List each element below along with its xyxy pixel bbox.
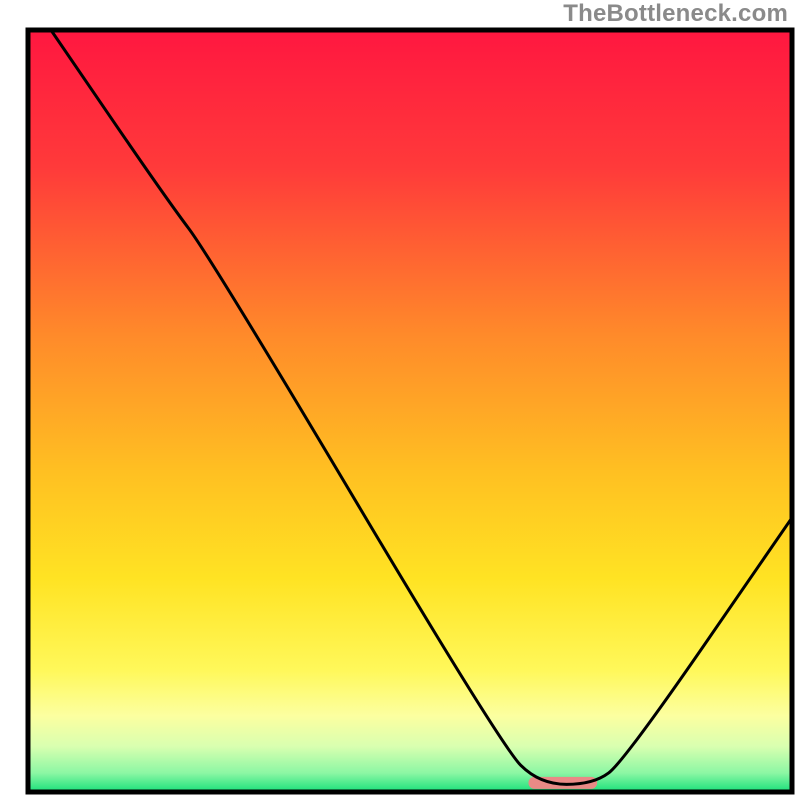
- chart-container: TheBottleneck.com: [0, 0, 800, 800]
- bottleneck-chart: [0, 0, 800, 800]
- watermark-text: TheBottleneck.com: [563, 0, 788, 28]
- chart-background-gradient: [28, 30, 792, 792]
